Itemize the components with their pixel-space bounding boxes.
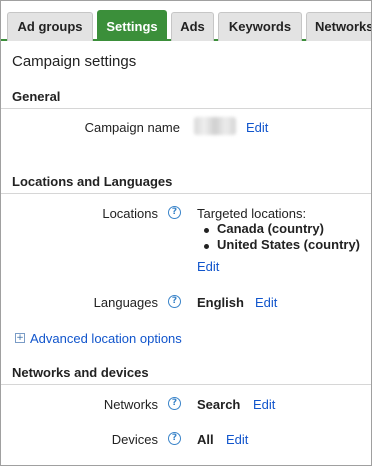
campaign-settings-panel: Ad groups Settings Ads Keywords Networks… xyxy=(0,0,372,466)
section-header-networks-devices: Networks and devices xyxy=(1,363,371,385)
tab-networks[interactable]: Networks xyxy=(306,12,371,41)
locations-label: Locations xyxy=(102,206,158,221)
tab-ads[interactable]: Ads xyxy=(171,12,214,41)
section-title-general: General xyxy=(12,89,61,104)
campaign-name-edit-link[interactable]: Edit xyxy=(246,120,268,135)
campaign-name-value-redacted xyxy=(194,117,236,135)
section-header-locations-languages: Locations and Languages xyxy=(1,172,371,194)
languages-label: Languages xyxy=(93,295,158,310)
help-question-icon[interactable]: ? xyxy=(168,432,181,445)
bullet-icon xyxy=(204,228,209,233)
expand-plus-icon[interactable]: + xyxy=(15,333,25,343)
section-header-general: General xyxy=(1,87,371,109)
targeted-locations-heading: Targeted locations: xyxy=(197,206,307,221)
targeted-location-item: United States (country) xyxy=(217,237,361,252)
tab-ad-groups[interactable]: Ad groups xyxy=(7,12,93,41)
tab-bar: Ad groups Settings Ads Keywords Networks xyxy=(1,1,371,41)
section-title-networks-devices: Networks and devices xyxy=(12,365,149,380)
advanced-location-options-link[interactable]: Advanced location options xyxy=(30,331,182,346)
languages-edit-link[interactable]: Edit xyxy=(255,295,277,310)
tab-keywords[interactable]: Keywords xyxy=(218,12,302,41)
targeted-location-item: Canada (country) xyxy=(217,221,324,236)
networks-edit-link[interactable]: Edit xyxy=(253,397,275,412)
devices-value: All xyxy=(197,432,214,447)
page-title: Campaign settings xyxy=(12,53,137,70)
devices-edit-link[interactable]: Edit xyxy=(226,432,248,447)
help-question-icon[interactable]: ? xyxy=(168,397,181,410)
networks-value: Search xyxy=(197,397,241,412)
help-question-icon[interactable]: ? xyxy=(168,206,181,219)
bullet-icon xyxy=(204,244,209,249)
section-title-locations-languages: Locations and Languages xyxy=(12,174,173,189)
networks-label: Networks xyxy=(103,397,158,412)
devices-label: Devices xyxy=(111,432,158,447)
campaign-name-label: Campaign name xyxy=(84,120,180,135)
locations-edit-link[interactable]: Edit xyxy=(197,259,219,274)
tab-settings[interactable]: Settings xyxy=(97,10,167,41)
languages-value: English xyxy=(197,295,244,310)
help-question-icon[interactable]: ? xyxy=(168,295,181,308)
